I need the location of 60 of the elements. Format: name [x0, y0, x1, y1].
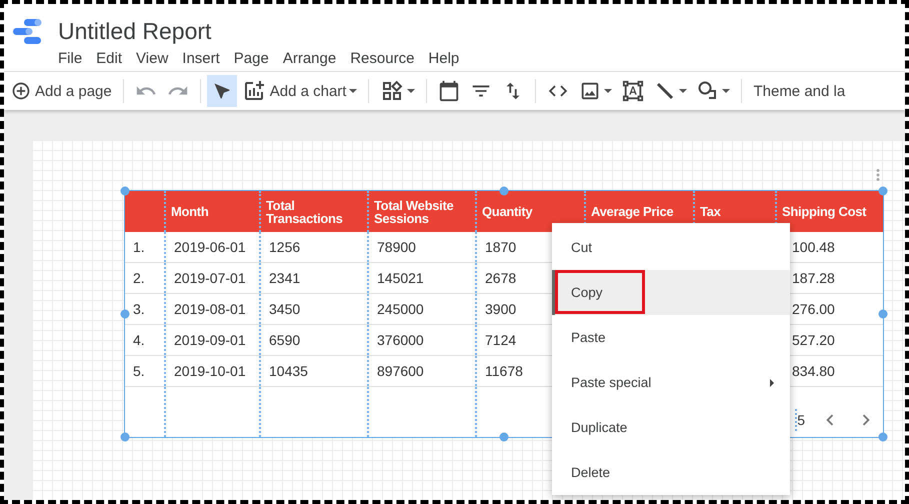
menu-option[interactable]: Duplicate: [552, 405, 790, 450]
row-number: 4.: [132, 331, 146, 350]
column-header[interactable]: Month: [164, 191, 259, 232]
caret-icon: [604, 89, 612, 93]
menu-option[interactable]: Copy: [552, 270, 790, 315]
app-logo-icon: [12, 18, 44, 46]
table-cell: 376000: [367, 325, 475, 355]
row-number: 5.: [132, 362, 146, 381]
text-box-icon: [622, 80, 644, 102]
resize-handle[interactable]: [120, 310, 130, 318]
table-cell: 2019-07-01: [164, 263, 259, 293]
caret-icon: [679, 89, 688, 93]
resize-handle[interactable]: [500, 432, 508, 442]
table-cell: 145021: [367, 263, 475, 293]
table-cell: 897600: [367, 356, 475, 386]
table-cell: 2019-06-01: [164, 232, 259, 262]
table-cell: 245000: [367, 294, 475, 324]
widgets-icon: [380, 79, 404, 103]
row-number: 1.: [132, 238, 146, 257]
menu-item[interactable]: Page: [232, 50, 277, 67]
resize-handle[interactable]: [120, 432, 130, 442]
table-cell: 2341: [259, 263, 367, 293]
calendar-icon: [438, 80, 460, 102]
menu-option[interactable]: Delete: [552, 450, 790, 495]
resize-handle[interactable]: [878, 186, 888, 196]
theme-button[interactable]: Theme and la: [748, 75, 850, 107]
menu-item[interactable]: Edit: [94, 50, 130, 67]
table-cell: 6590: [259, 325, 367, 355]
caret-icon: [722, 89, 730, 93]
table-cell: 10435: [259, 356, 367, 386]
table-cell: 2019-10-01: [164, 356, 259, 386]
resize-handle[interactable]: [878, 432, 888, 442]
submenu-arrow-icon: [770, 378, 774, 386]
table-cell: 3450: [259, 294, 367, 324]
caret-icon: [407, 89, 416, 93]
column-header[interactable]: Total Website Sessions: [367, 191, 475, 232]
add-chart-button[interactable]: Add a chart: [236, 75, 362, 107]
resize-handle[interactable]: [878, 310, 888, 318]
report-title[interactable]: Untitled Report: [58, 18, 472, 44]
add-page-button[interactable]: Add a page: [6, 75, 117, 107]
menu-item[interactable]: Insert: [180, 50, 228, 67]
resize-handle[interactable]: [500, 186, 508, 196]
page-indicator: 5: [797, 412, 805, 428]
resize-handle[interactable]: [120, 186, 130, 196]
table-cell: 1256: [259, 232, 367, 262]
menu-item[interactable]: Help: [426, 50, 468, 67]
pointer-icon: [212, 81, 232, 101]
image-icon: [579, 80, 602, 102]
menu-item[interactable]: View: [134, 50, 176, 67]
table-cell: 2019-09-01: [164, 325, 259, 355]
caret-icon: [349, 89, 358, 93]
menu-item[interactable]: Arrange: [280, 50, 344, 67]
menu-item[interactable]: Resource: [348, 50, 422, 67]
table-cell: 2019-08-01: [164, 294, 259, 324]
select-tool-button[interactable]: [206, 75, 237, 107]
table-cell: 78900: [367, 232, 475, 262]
column-header[interactable]: Total Transactions: [259, 191, 367, 232]
row-number: 2.: [132, 269, 146, 288]
row-number: 3.: [132, 300, 146, 319]
menu-item[interactable]: File: [56, 50, 90, 67]
